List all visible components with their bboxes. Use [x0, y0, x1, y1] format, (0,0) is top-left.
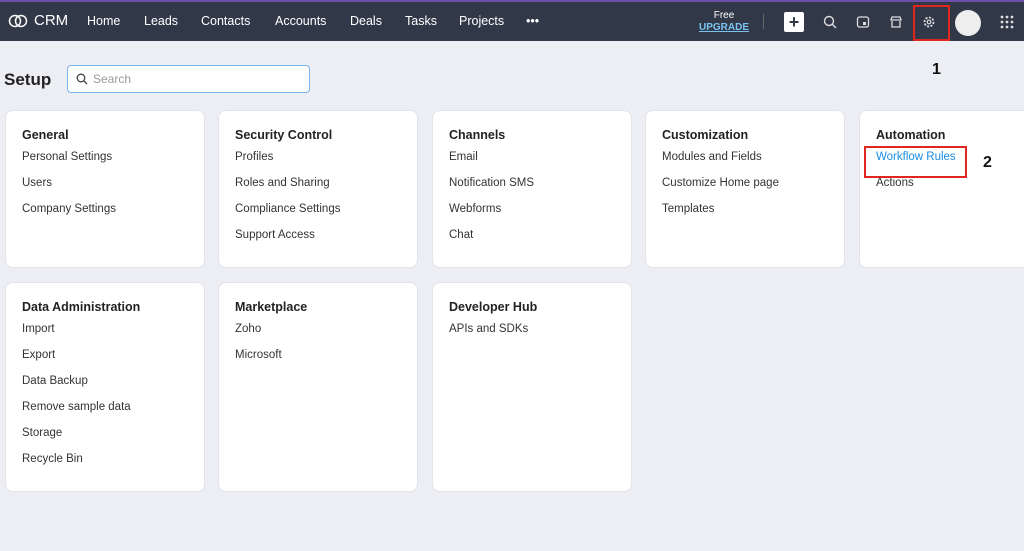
nav-more[interactable]: ••• [526, 14, 539, 28]
setup-link-compliance-settings[interactable]: Compliance Settings [235, 203, 401, 229]
search-placeholder: Search [93, 72, 132, 86]
card-title: Developer Hub [449, 300, 538, 314]
marketplace-icon[interactable] [886, 12, 906, 32]
setup-card-channels: Channels Email Notification SMS Webforms Cha… [432, 110, 632, 268]
nav-item-projects[interactable]: Projects [459, 14, 504, 28]
nav-item-contacts[interactable]: Contacts [201, 14, 250, 28]
setup-link-import[interactable]: Import [22, 323, 188, 349]
setup-link-actions[interactable]: Actions [876, 177, 1022, 203]
nav-item-leads[interactable]: Leads [144, 14, 178, 28]
crm-logo[interactable]: CRM [8, 12, 68, 29]
setup-link-company-settings[interactable]: Company Settings [22, 203, 188, 229]
annotation-1: 1 [932, 61, 941, 78]
search-icon[interactable] [820, 12, 840, 32]
highlight-box-workflow [864, 146, 967, 178]
setup-card-marketplace: Marketplace Zoho Microsoft [218, 282, 418, 492]
setup-link-data-backup[interactable]: Data Backup [22, 375, 188, 401]
card-title: Channels [449, 128, 506, 142]
user-avatar[interactable] [955, 10, 981, 36]
card-title: Marketplace [235, 300, 308, 314]
setup-link-roles-and-sharing[interactable]: Roles and Sharing [235, 177, 401, 203]
setup-link-zoho[interactable]: Zoho [235, 323, 401, 349]
setup-link-export[interactable]: Export [22, 349, 188, 375]
calendar-icon[interactable] [853, 12, 873, 32]
setup-link-templates[interactable]: Templates [662, 203, 828, 229]
brand-name: CRM [34, 12, 69, 29]
search-icon [76, 73, 88, 85]
setup-link-modules-and-fields[interactable]: Modules and Fields [662, 151, 828, 177]
setup-link-remove-sample-data[interactable]: Remove sample data [22, 401, 188, 427]
setup-card-automation: Automation Workflow Rules Actions [859, 110, 1024, 268]
setup-link-customize-home-page[interactable]: Customize Home page [662, 177, 828, 203]
nav-item-home[interactable]: Home [87, 14, 120, 28]
apps-grid-icon[interactable] [997, 12, 1017, 32]
setup-link-webforms[interactable]: Webforms [449, 203, 615, 229]
search-input[interactable]: Search [67, 65, 310, 93]
setup-link-support-access[interactable]: Support Access [235, 229, 401, 255]
upgrade-label[interactable]: UPGRADE [699, 22, 749, 34]
setup-link-chat[interactable]: Chat [449, 229, 615, 255]
card-title: Data Administration [22, 300, 141, 314]
setup-card-developer-hub: Developer Hub APIs and SDKs [432, 282, 632, 492]
setup-card-security-control: Security Control Profiles Roles and Sharin… [218, 110, 418, 268]
card-title: Automation [876, 128, 946, 142]
nav-item-deals[interactable]: Deals [350, 14, 382, 28]
setup-link-apis-and-sdks[interactable]: APIs and SDKs [449, 323, 615, 349]
crm-logo-icon [8, 14, 28, 27]
setup-card-general: General Personal Settings Users Company Set… [5, 110, 205, 268]
nav-item-tasks[interactable]: Tasks [405, 14, 437, 28]
card-title: Customization [662, 128, 749, 142]
setup-card-data-administration: Data Administration Import Export Data Back… [5, 282, 205, 492]
highlight-box-settings [913, 5, 950, 41]
setup-link-recycle-bin[interactable]: Recycle Bin [22, 453, 188, 479]
setup-link-storage[interactable]: Storage [22, 427, 188, 453]
top-nav: CRM Home Leads Contacts Accounts Deals Tasks P… [0, 0, 1024, 41]
page-title: Setup [4, 70, 52, 89]
upgrade-link[interactable]: Free UPGRADE [699, 10, 749, 34]
plan-label: Free [713, 10, 735, 21]
create-button[interactable]: + [784, 12, 804, 32]
card-title: General [22, 128, 69, 142]
setup-link-microsoft[interactable]: Microsoft [235, 349, 401, 375]
nav-item-accounts[interactable]: Accounts [275, 14, 326, 28]
setup-link-email[interactable]: Email [449, 151, 615, 177]
setup-card-customization: Customization Modules and Fields Customize… [645, 110, 845, 268]
card-title: Security Control [235, 128, 333, 142]
setup-link-users[interactable]: Users [22, 177, 188, 203]
annotation-2: 2 [983, 154, 992, 171]
setup-link-personal-settings[interactable]: Personal Settings [22, 151, 188, 177]
divider [763, 14, 764, 29]
setup-link-notification-sms[interactable]: Notification SMS [449, 177, 615, 203]
setup-link-profiles[interactable]: Profiles [235, 151, 401, 177]
